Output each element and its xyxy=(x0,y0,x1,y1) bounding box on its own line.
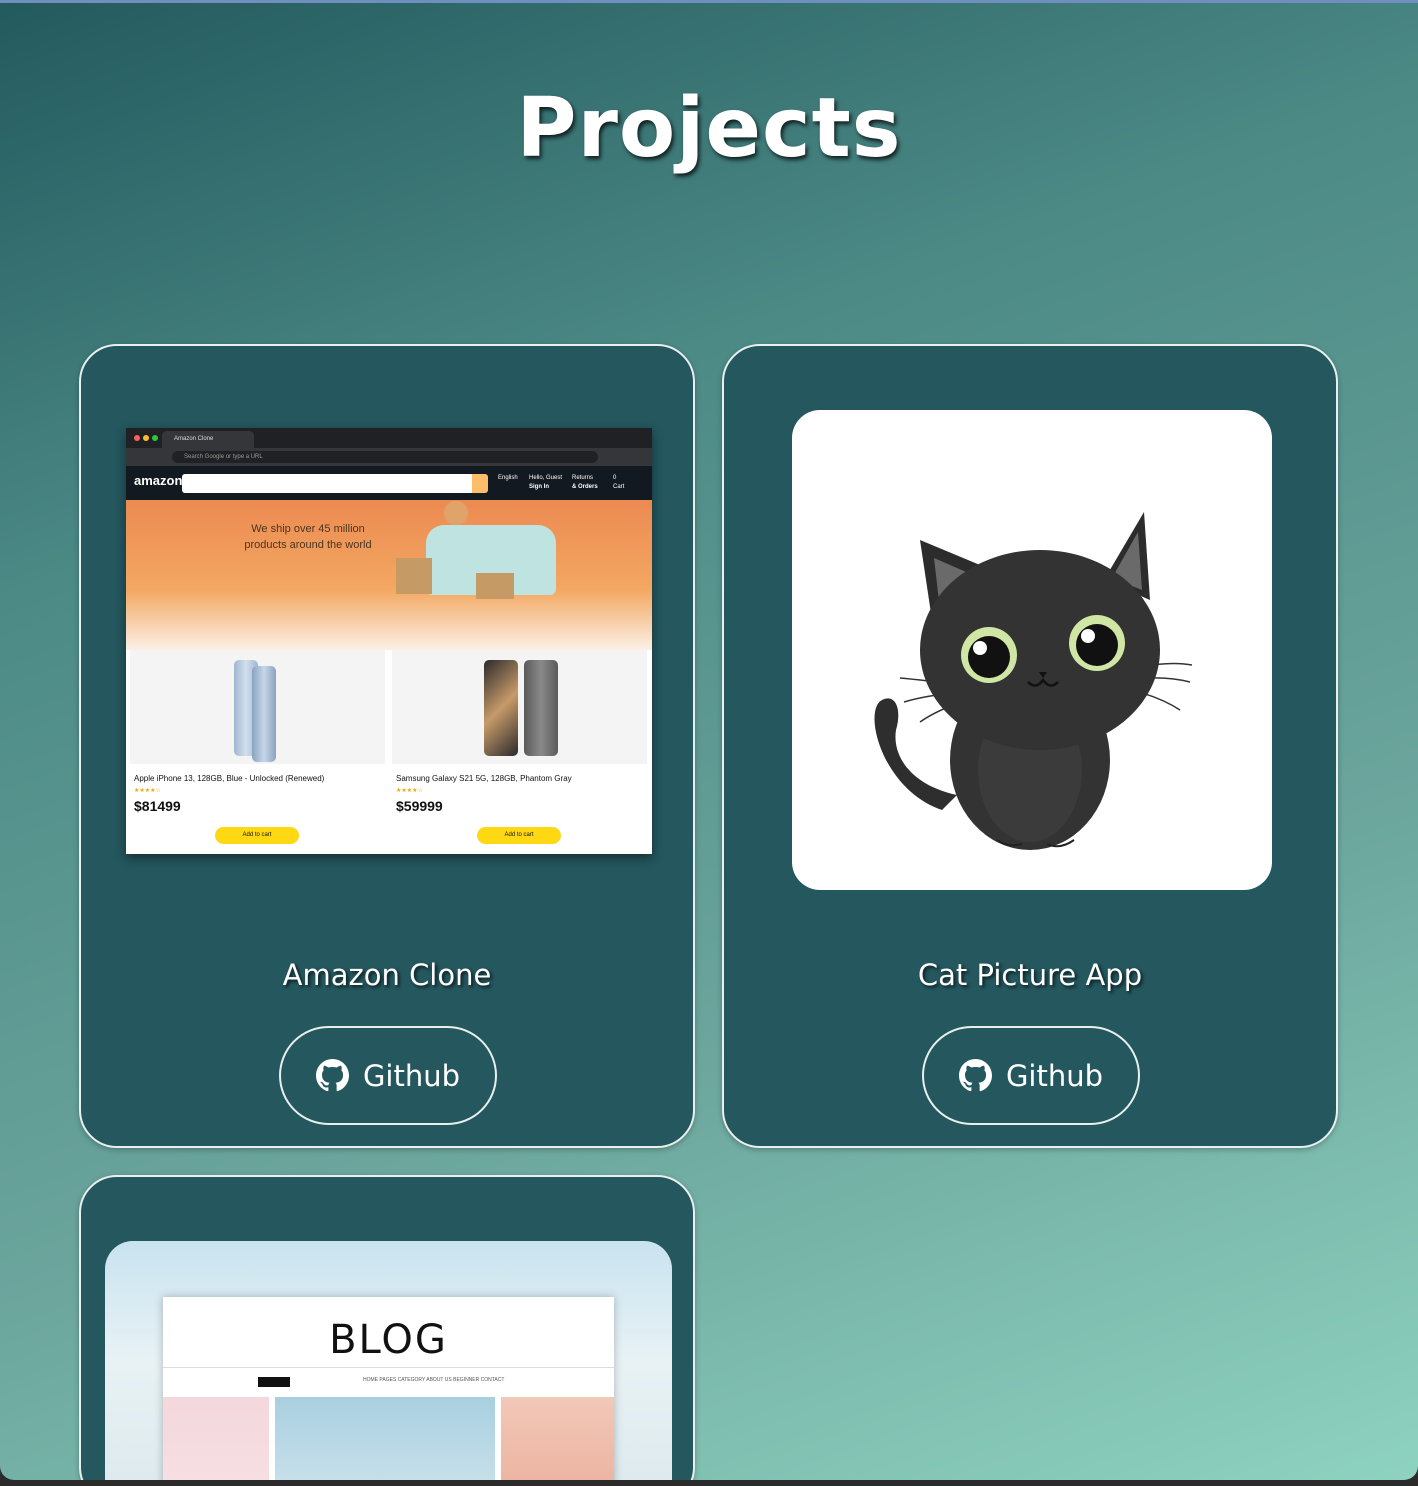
nav-returns-line2: & Orders xyxy=(572,484,598,490)
page-title: Projects xyxy=(516,81,902,176)
banner-box xyxy=(396,558,432,594)
rating-stars-icon: ★★★★☆ xyxy=(396,787,423,794)
github-button-label: Github xyxy=(362,1058,461,1093)
project-card-amazon-clone: Amazon Clone Search Google or type a URL… xyxy=(79,344,695,1148)
galaxy-image xyxy=(484,660,518,756)
amazon-clone-thumbnail: Amazon Clone Search Google or type a URL… xyxy=(126,428,652,854)
amazon-search xyxy=(182,474,474,493)
product-price: $81499 xyxy=(134,798,181,814)
browser-tab: Amazon Clone xyxy=(162,431,254,448)
nav-cart: 0 Cart xyxy=(613,474,624,492)
nav-returns-line1: Returns xyxy=(572,475,594,481)
divider xyxy=(163,1367,614,1368)
blog-tile xyxy=(501,1397,614,1480)
close-dot-icon xyxy=(134,435,140,441)
banner-text: We ship over 45 million products around … xyxy=(244,523,372,551)
minimize-dot-icon xyxy=(143,435,149,441)
iphone-image xyxy=(252,666,276,762)
github-button[interactable]: Github xyxy=(922,1026,1140,1125)
banner-box xyxy=(476,573,514,599)
nav-greeting: Hello, Guest Sign In xyxy=(529,474,562,492)
nav-greeting-line1: Hello, Guest xyxy=(529,475,563,481)
product-price: $59999 xyxy=(396,798,443,814)
amazon-logo: amazon xyxy=(134,473,183,488)
nav-returns: Returns & Orders xyxy=(572,474,598,492)
galaxy-image xyxy=(524,660,558,756)
nav-language: English xyxy=(498,475,518,481)
banner-person xyxy=(444,501,468,525)
product-name: Samsung Galaxy S21 5G, 128GB, Phantom Gr… xyxy=(396,774,572,783)
github-icon xyxy=(315,1059,349,1092)
browser-url-field: Search Google or type a URL xyxy=(172,451,598,463)
product-name: Apple iPhone 13, 128GB, Blue - Unlocked … xyxy=(134,774,325,783)
github-button-label: Github xyxy=(1005,1058,1104,1093)
project-card-blog: BLOG HOME PAGES CATEGORY ABOUT US BEGINN… xyxy=(79,1175,695,1480)
blog-tile xyxy=(163,1397,269,1480)
nav-greeting-line2: Sign In xyxy=(529,484,549,490)
cat-illustration xyxy=(874,512,1193,850)
blog-thumbnail: BLOG HOME PAGES CATEGORY ABOUT US BEGINN… xyxy=(105,1241,672,1480)
project-card-cat-picture-app: Cat Picture App Github xyxy=(722,344,1338,1148)
rating-stars-icon: ★★★★☆ xyxy=(134,787,161,794)
cart-count: 0 xyxy=(613,475,617,481)
add-to-cart-button: Add to cart xyxy=(477,827,561,844)
blog-menu: HOME PAGES CATEGORY ABOUT US BEGINNER CO… xyxy=(363,1377,505,1383)
product-card-galaxy: Samsung Galaxy S21 5G, 128GB, Phantom Gr… xyxy=(392,650,647,854)
maximize-dot-icon xyxy=(152,435,158,441)
product-card-iphone: Apple iPhone 13, 128GB, Blue - Unlocked … xyxy=(130,650,385,854)
project-name: Amazon Clone xyxy=(282,958,492,992)
cat-picture-thumbnail xyxy=(792,410,1272,890)
add-to-cart-button: Add to cart xyxy=(215,827,299,844)
blog-tile xyxy=(275,1397,495,1480)
blog-page-mock: BLOG HOME PAGES CATEGORY ABOUT US BEGINN… xyxy=(163,1297,614,1480)
cart-label: Cart xyxy=(613,484,625,490)
amazon-banner xyxy=(126,500,652,650)
github-button[interactable]: Github xyxy=(279,1026,497,1125)
project-name: Cat Picture App xyxy=(917,958,1143,992)
projects-page: Projects Amazon Clone Search Google or t… xyxy=(0,0,1418,1480)
subscribe-button xyxy=(258,1377,290,1387)
product-image xyxy=(392,650,647,764)
github-icon xyxy=(958,1059,992,1092)
amazon-search-icon xyxy=(472,474,488,493)
blog-title: BLOG xyxy=(329,1317,448,1363)
